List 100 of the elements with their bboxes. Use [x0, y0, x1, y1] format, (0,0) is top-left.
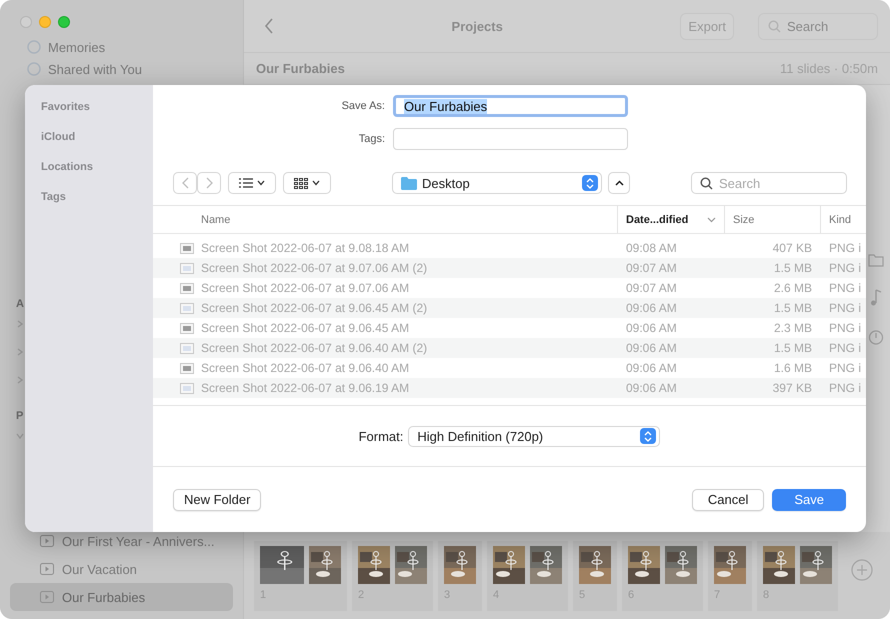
new-folder-button[interactable]: New Folder	[173, 488, 262, 510]
file-row[interactable]: Screen Shot 2022-06-07 at 9.06.40 AM (2) 09:06 AM 1.5 MB PNG i	[153, 338, 866, 358]
memories-icon	[26, 40, 42, 54]
section-heading: A	[16, 298, 24, 310]
file-size: 1.6 MB	[772, 361, 813, 375]
tags-field[interactable]	[393, 128, 628, 150]
play-icon	[40, 535, 54, 547]
column-header[interactable]: Kind	[820, 206, 866, 233]
file-name: Screen Shot 2022-06-07 at 9.07.06 AM	[201, 281, 410, 295]
save-as-label: Save As:	[340, 100, 385, 112]
file-name: Screen Shot 2022-06-07 at 9.06.19 AM	[201, 381, 410, 395]
file-kind: PNG i	[828, 381, 862, 395]
dialog-sidebar-heading: Locations	[41, 161, 94, 173]
file-size: 1.5 MB	[772, 261, 813, 275]
format-popup[interactable]: High Definition (720p)	[408, 426, 660, 446]
image-file-icon	[180, 242, 194, 254]
stepper-icon	[582, 175, 598, 191]
file-date: 09:07 AM	[625, 281, 678, 295]
image-file-icon	[180, 302, 194, 314]
file-date: 09:06 AM	[625, 321, 678, 335]
list-view-button[interactable]	[228, 172, 276, 194]
file-date: 09:06 AM	[625, 361, 678, 375]
file-date: 09:06 AM	[625, 341, 678, 355]
file-row[interactable]: Screen Shot 2022-06-07 at 9.06.19 AM 09:06 AM 397 KB PNG i	[153, 378, 866, 398]
zoom-button[interactable]	[58, 16, 70, 28]
file-size: 407 KB	[772, 241, 813, 255]
sidebar-item[interactable]: Memories	[10, 36, 233, 58]
file-kind: PNG i	[828, 301, 862, 315]
file-kind: PNG i	[828, 281, 862, 295]
file-row[interactable]: Screen Shot 2022-06-07 at 9.07.06 AM (2) 09:07 AM 1.5 MB PNG i	[153, 258, 866, 278]
dialog-sidebar-heading: Tags	[41, 191, 67, 203]
close-button[interactable]	[20, 16, 32, 28]
image-file-icon	[180, 322, 194, 334]
dialog-sidebar-heading: Favorites	[41, 101, 91, 113]
file-name: Screen Shot 2022-06-07 at 9.06.40 AM (2)	[201, 341, 428, 355]
file-date: 09:06 AM	[625, 301, 678, 315]
file-size: 1.5 MB	[772, 341, 813, 355]
icon-view-button[interactable]	[283, 172, 331, 194]
file-kind: PNG i	[828, 241, 862, 255]
file-size: 397 KB	[772, 381, 813, 395]
file-kind: PNG i	[828, 361, 862, 375]
format-label: Format:	[358, 428, 404, 444]
save-as-field[interactable]: Our Furbabies	[393, 95, 628, 117]
file-kind: PNG i	[828, 341, 862, 355]
section-heading: P	[16, 410, 24, 422]
image-file-icon	[180, 342, 194, 354]
file-size: 2.6 MB	[772, 281, 813, 295]
toolbar-title: Projects	[450, 18, 504, 34]
sidebar-item[interactable]: Shared with You	[10, 58, 233, 80]
image-file-icon	[180, 362, 194, 374]
folder-icon	[401, 176, 417, 190]
timer-icon	[868, 329, 884, 345]
play-icon	[40, 563, 54, 575]
minimize-button[interactable]	[39, 16, 51, 28]
file-size: 1.5 MB	[772, 301, 813, 315]
column-header[interactable]: Name	[153, 206, 617, 233]
cancel-button[interactable]: Cancel	[692, 488, 764, 510]
search-field[interactable]: Search	[691, 172, 847, 194]
add-icon	[851, 559, 873, 581]
folder-icon	[868, 253, 884, 267]
column-header[interactable]: Size	[724, 206, 820, 233]
collapse-button[interactable]	[608, 172, 630, 194]
chevron-up-icon	[614, 180, 624, 186]
export-button[interactable]: Export	[680, 12, 734, 40]
column-header[interactable]: Date...dified	[617, 206, 724, 233]
list-icon	[239, 178, 253, 188]
file-kind: PNG i	[828, 261, 862, 275]
file-name: Screen Shot 2022-06-07 at 9.06.45 AM (2)	[201, 301, 428, 315]
forward-icon	[206, 177, 212, 189]
search-icon	[700, 176, 713, 190]
shared-icon	[26, 62, 42, 76]
image-file-icon	[180, 382, 194, 394]
file-name: Screen Shot 2022-06-07 at 9.08.18 AM	[201, 241, 410, 255]
file-size: 2.3 MB	[772, 321, 813, 335]
forward-button[interactable]	[197, 172, 221, 194]
dialog-sidebar-heading: iCloud	[41, 131, 76, 143]
location-popup[interactable]: Desktop	[392, 172, 602, 194]
caret-icon	[312, 180, 320, 186]
file-name: Screen Shot 2022-06-07 at 9.06.45 AM	[201, 321, 410, 335]
back-icon	[264, 18, 274, 34]
file-date: 09:06 AM	[625, 381, 678, 395]
search-field[interactable]: Search	[758, 12, 878, 40]
sort-icon	[707, 216, 716, 222]
grid-icon	[294, 178, 308, 188]
project-title: Our Furbabies	[256, 61, 345, 76]
file-date: 09:08 AM	[625, 241, 678, 255]
play-icon	[40, 591, 54, 603]
file-row[interactable]: Screen Shot 2022-06-07 at 9.06.45 AM (2) 09:06 AM 1.5 MB PNG i	[153, 298, 866, 318]
save-button[interactable]: Save	[772, 488, 846, 510]
back-button[interactable]	[173, 172, 197, 194]
back-icon	[182, 177, 188, 189]
project-item[interactable]: Our Furbabies	[10, 583, 233, 611]
image-file-icon	[180, 262, 194, 274]
tags-label: Tags:	[358, 133, 385, 145]
file-date: 09:07 AM	[625, 261, 678, 275]
file-kind: PNG i	[828, 321, 862, 335]
file-name: Screen Shot 2022-06-07 at 9.06.40 AM	[201, 361, 410, 375]
music-icon	[868, 289, 884, 307]
image-file-icon	[180, 282, 194, 294]
caret-icon	[257, 180, 265, 186]
